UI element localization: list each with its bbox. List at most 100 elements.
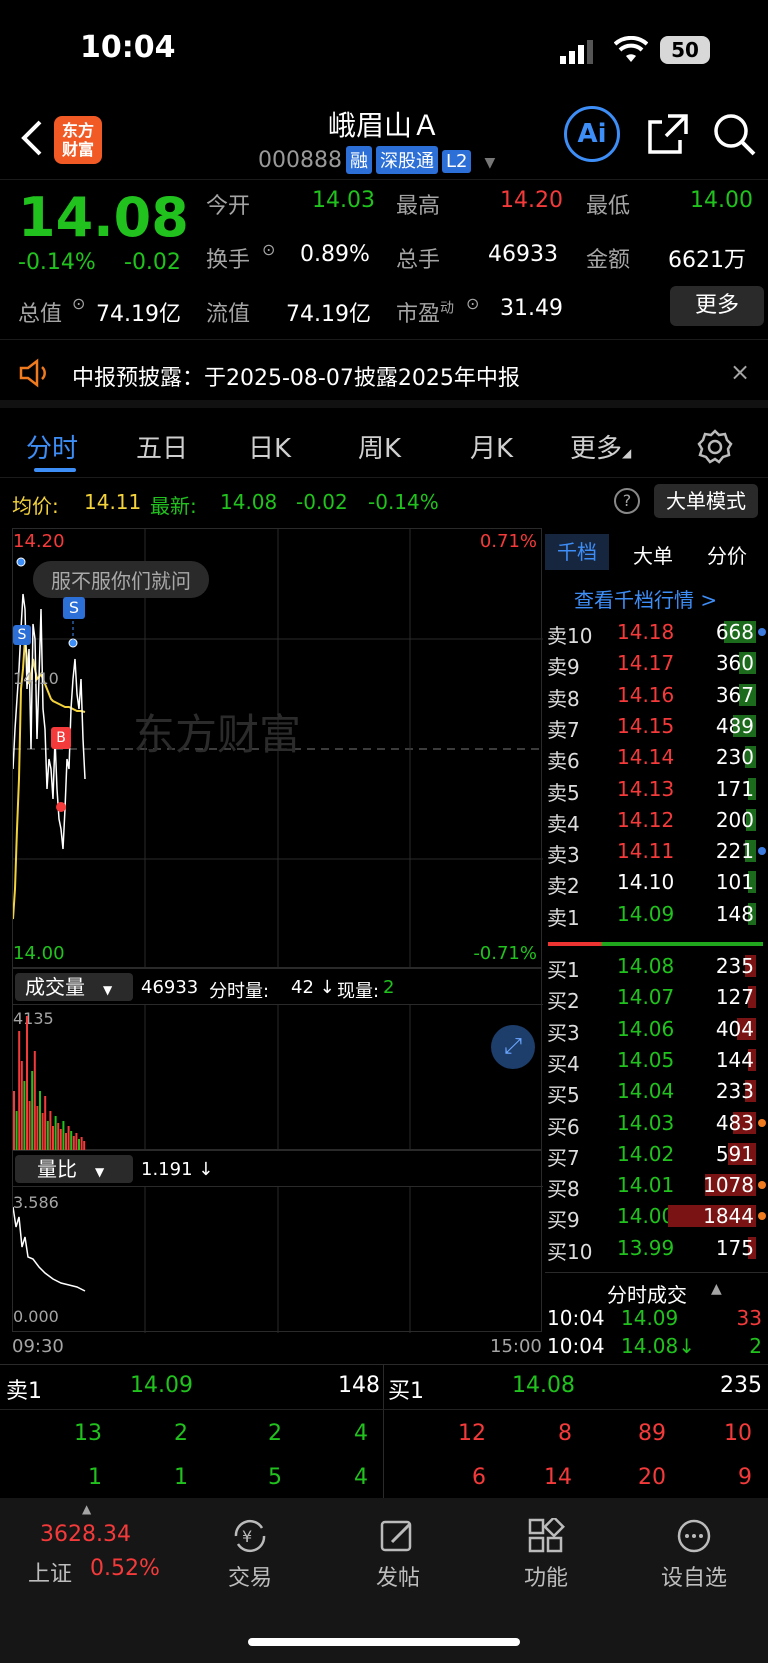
pct-min-label: -0.71% <box>473 943 537 964</box>
wifi-icon <box>614 36 648 62</box>
tab-intraday[interactable]: 分时 <box>26 428 78 465</box>
volume-bar <box>80 1137 83 1151</box>
info-icon[interactable]: ⊙ <box>72 294 85 313</box>
ask-row[interactable]: 卖8 14.16 367 <box>545 679 768 711</box>
level-label: 卖2 <box>547 874 580 899</box>
ask-row[interactable]: 卖10 14.18 668 <box>545 616 768 648</box>
bid-row[interactable]: 买3 14.06 404 <box>545 1013 768 1045</box>
comment-bubble[interactable]: 服不服你们就问 <box>33 561 209 598</box>
expand-icon[interactable]: ⤢ <box>491 1025 535 1069</box>
close-icon[interactable]: × <box>730 358 750 386</box>
ratio-header: 量比 ▼ 1.191 ↓ <box>13 1151 543 1187</box>
ask-row[interactable]: 卖7 14.15 489 <box>545 710 768 742</box>
bid-row[interactable]: 买1 14.08 235 <box>545 950 768 982</box>
orderbook-tabs: 千档 大单 分价 <box>545 528 768 578</box>
volume-bar <box>13 1091 15 1151</box>
bid-row[interactable]: 买10 13.99 175 <box>545 1232 768 1264</box>
order-dot <box>758 1118 766 1127</box>
level-volume: 1844 <box>703 1204 754 1229</box>
volume-bar <box>72 1136 75 1151</box>
tag-connect: 深股通 <box>375 146 438 174</box>
share-icon[interactable] <box>646 112 690 156</box>
volume-bar <box>20 1061 23 1151</box>
big-order-mode-button[interactable]: 大单模式 <box>654 484 758 518</box>
trades-header[interactable]: 分时成交 ▲ <box>545 1272 768 1308</box>
level-price: 14.15 <box>617 713 675 738</box>
volume-bar <box>36 1106 39 1151</box>
trades-list: 10:04 14.09 33 10:04 14.08↓ 2 <box>545 1306 768 1362</box>
search-icon[interactable] <box>712 112 756 156</box>
tab-full-depth[interactable]: 千档 <box>545 534 609 570</box>
volume-bar <box>26 1016 28 1151</box>
tab-daily[interactable]: 日K <box>248 428 291 465</box>
ratio-indicator-select[interactable]: 量比 ▼ <box>15 1155 133 1183</box>
status-time: 10:04 <box>80 30 176 65</box>
tab-big-orders[interactable]: 大单 <box>633 540 673 569</box>
level-volume: 668 <box>715 620 754 644</box>
queue-cell: 4 <box>354 1465 368 1490</box>
bid-row[interactable]: 买4 14.05 144 <box>545 1044 768 1076</box>
bid-row[interactable]: 买7 14.02 591 <box>545 1138 768 1170</box>
tab-price-dist[interactable]: 分价 <box>707 540 747 569</box>
volume-bar <box>57 1123 60 1151</box>
volume-total: 46933 <box>141 977 199 998</box>
ask-row[interactable]: 卖1 14.09 148 <box>545 898 768 930</box>
nav-functions[interactable]: 功能 <box>486 1518 606 1592</box>
help-icon[interactable]: ? <box>614 488 640 514</box>
settings-icon[interactable] <box>696 428 734 466</box>
more-button[interactable]: 更多 <box>670 286 764 326</box>
ask-row[interactable]: 卖2 14.10 101 <box>545 866 768 899</box>
nav-trade[interactable]: ¥ 交易 <box>190 1518 310 1592</box>
avg-value: 14.11 <box>84 490 142 514</box>
ask-row[interactable]: 卖3 14.11 221 <box>545 835 768 867</box>
info-icon[interactable]: ⊙ <box>262 240 275 259</box>
pe-label: 市盈动 <box>396 300 455 327</box>
notice-bar[interactable]: 中报预披露：于2025-08-07披露2025年中报 × <box>0 342 768 408</box>
volume-bar <box>59 1129 62 1151</box>
level-price: 14.17 <box>617 651 675 676</box>
tab-5day[interactable]: 五日 <box>136 428 188 465</box>
volume-bar <box>23 1081 26 1151</box>
volume-indicator-select[interactable]: 成交量 ▼ <box>15 973 133 1001</box>
level-price: 14.18 <box>617 620 675 644</box>
queue-cell: 10 <box>724 1421 752 1446</box>
bid-row[interactable]: 买2 14.07 127 <box>545 981 768 1013</box>
bid-row[interactable]: 买9 14.00 1844 <box>545 1200 768 1233</box>
stock-code-row[interactable]: 000888 融深股通 L2 ▼ <box>258 146 495 174</box>
volume-panel: 成交量 ▼ 46933 分时量: 42 ↓ 现量: 2 4135 ⤢ <box>12 968 543 1151</box>
bid-row[interactable]: 买8 14.01 1078 <box>545 1169 768 1201</box>
ratio-line-chart <box>13 1187 411 1333</box>
volume-bar <box>46 1121 49 1151</box>
nav-post[interactable]: 发帖 <box>338 1518 458 1592</box>
float-value: 74.19亿 <box>286 302 371 327</box>
tab-weekly[interactable]: 周K <box>358 428 401 465</box>
level-label: 买10 <box>547 1239 593 1264</box>
info-icon[interactable]: ⊙ <box>466 294 479 313</box>
bid-row[interactable]: 买6 14.03 483 <box>545 1107 768 1139</box>
tab-monthly[interactable]: 月K <box>470 428 513 465</box>
intraday-chart[interactable]: 东方财富 14.20 14.10 14.00 0.71% -0.71% 服不服你… <box>12 528 543 969</box>
ask-row[interactable]: 卖6 14.14 230 <box>545 741 768 773</box>
view-depth-link[interactable]: 查看千档行情 > <box>574 584 717 613</box>
level-volume: 404 <box>715 1016 754 1041</box>
chart-tabs: 分时 五日 日K 周K 月K 更多◢ <box>0 416 768 478</box>
bid-row[interactable]: 买5 14.04 233 <box>545 1075 768 1107</box>
ai-button[interactable]: Ai <box>564 106 620 162</box>
minute-volume: 42 ↓ <box>291 977 335 998</box>
speaker-icon <box>19 358 46 388</box>
low-label: 最低 <box>586 194 631 219</box>
volume-bar <box>52 1126 54 1151</box>
ask-row[interactable]: 卖9 14.17 360 <box>545 647 768 679</box>
level-label: 卖8 <box>547 686 580 711</box>
tag-level2: L2 <box>441 150 472 173</box>
index-value[interactable]: 3628.34 <box>40 1522 131 1547</box>
tab-more[interactable]: 更多◢ <box>570 428 631 465</box>
level-price: 14.09 <box>617 901 675 926</box>
ask-row[interactable]: 卖5 14.13 171 <box>545 773 768 805</box>
level-volume: 171 <box>715 776 754 801</box>
nav-watchlist[interactable]: 设自选 <box>634 1518 754 1592</box>
grid-icon <box>528 1518 565 1553</box>
level-label: 买9 <box>547 1208 580 1233</box>
ask-row[interactable]: 卖4 14.12 200 <box>545 804 768 836</box>
pe-value: 31.49 <box>500 296 563 321</box>
